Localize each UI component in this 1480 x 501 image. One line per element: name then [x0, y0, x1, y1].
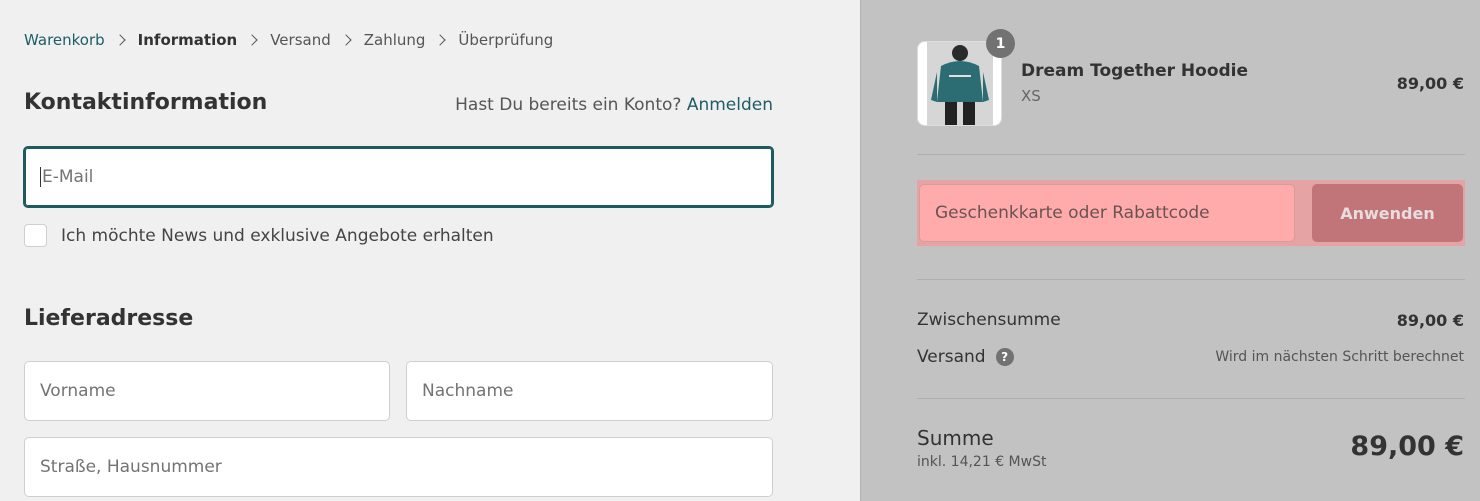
divider — [917, 279, 1465, 280]
first-name-input[interactable]: Vorname — [24, 361, 390, 421]
last-name-input[interactable]: Nachname — [406, 361, 773, 421]
discount-code-placeholder: Geschenkkarte oder Rabattcode — [935, 203, 1210, 223]
quantity-badge: 1 — [986, 29, 1015, 58]
breadcrumb-shipping: Versand — [270, 31, 331, 49]
divider — [917, 398, 1465, 399]
chevron-right-icon — [340, 34, 352, 46]
email-placeholder: E-Mail — [42, 167, 94, 187]
street-placeholder: Straße, Hausnummer — [40, 457, 222, 477]
last-name-placeholder: Nachname — [422, 381, 514, 401]
text-caret — [40, 167, 41, 187]
chevron-right-icon — [113, 34, 126, 46]
order-summary-panel: 1 Dream Together Hoodie XS 89,00 € Gesch… — [860, 0, 1480, 501]
subtotal-value: 89,00 € — [1396, 311, 1464, 330]
discount-code-form: Geschenkkarte oder Rabattcode Anwenden — [917, 180, 1465, 246]
product-price: 89,00 € — [1396, 74, 1464, 93]
checkout-form-panel: Warenkorb Information Versand Zahlung Üb… — [0, 0, 860, 501]
total-value: 89,00 € — [1350, 431, 1464, 462]
login-link[interactable]: Anmelden — [687, 95, 773, 115]
product-variant: XS — [1021, 87, 1041, 105]
shipping-label: Versand — [917, 347, 986, 367]
email-input[interactable]: E-Mail — [23, 146, 774, 208]
newsletter-label[interactable]: Ich möchte News und exklusive Angebote e… — [61, 226, 494, 246]
chevron-right-icon — [434, 34, 447, 46]
discount-code-input[interactable]: Geschenkkarte oder Rabattcode — [919, 184, 1295, 242]
breadcrumb: Warenkorb Information Versand Zahlung Üb… — [24, 30, 553, 50]
breadcrumb-information: Information — [137, 31, 238, 49]
contact-section-title: Kontaktinformation — [24, 90, 268, 115]
login-prompt-text: Hast Du bereits ein Konto? — [455, 95, 682, 115]
total-label: Summe — [917, 426, 994, 450]
hoodie-image — [927, 42, 993, 125]
street-input[interactable]: Straße, Hausnummer — [24, 437, 773, 497]
newsletter-checkbox[interactable] — [24, 224, 47, 247]
tax-note: inkl. 14,21 € MwSt — [917, 454, 1047, 470]
login-prompt: Hast Du bereits ein Konto? Anmelden — [455, 95, 773, 115]
breadcrumb-review: Überprüfung — [458, 31, 554, 49]
shipping-address-title: Lieferadresse — [24, 306, 194, 331]
divider — [917, 154, 1465, 155]
breadcrumb-cart-link[interactable]: Warenkorb — [24, 31, 105, 49]
shipping-row-label: Versand? — [917, 347, 1014, 367]
help-icon[interactable]: ? — [995, 348, 1014, 366]
shipping-value: Wird im nächsten Schritt berechnet — [1215, 349, 1464, 365]
chevron-right-icon — [246, 34, 258, 46]
newsletter-option: Ich möchte News und exklusive Angebote e… — [24, 224, 494, 247]
breadcrumb-payment: Zahlung — [363, 31, 426, 49]
first-name-placeholder: Vorname — [40, 381, 116, 401]
subtotal-label: Zwischensumme — [917, 310, 1061, 330]
product-name: Dream Together Hoodie — [1021, 61, 1249, 81]
apply-discount-button[interactable]: Anwenden — [1312, 184, 1463, 242]
